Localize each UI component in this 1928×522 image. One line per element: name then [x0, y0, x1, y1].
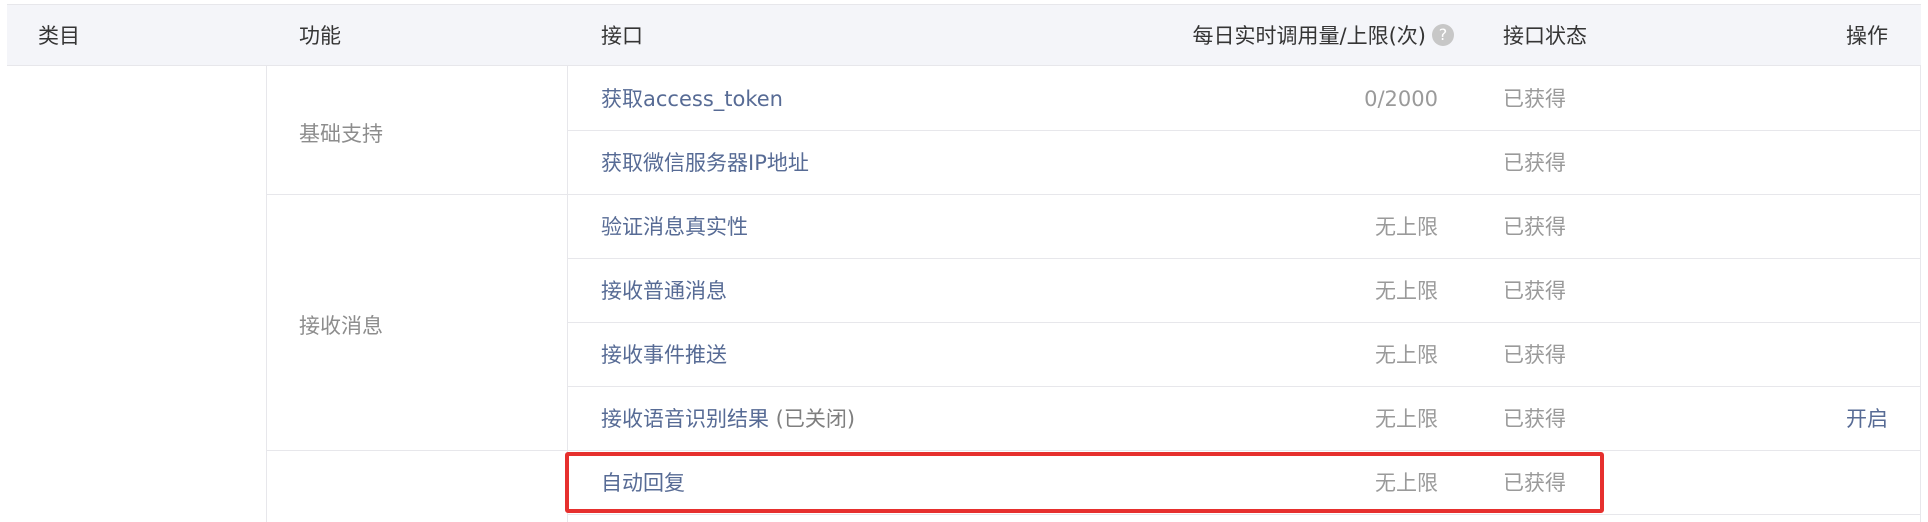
divider-right-edge [1920, 66, 1921, 522]
help-icon[interactable]: ? [1432, 24, 1454, 46]
header-quota: 每日实时调用量/上限(次)? [1193, 5, 1454, 67]
interface-label: 接收语音识别结果 [601, 407, 769, 431]
divider-group-1 [266, 194, 1921, 195]
interface-link[interactable]: 接收普通消息 [601, 259, 727, 323]
interface-link[interactable]: 接收事件推送 [601, 323, 727, 387]
quota-value: 无上限 [1375, 407, 1438, 431]
header-interface: 接口 [601, 24, 643, 48]
interface-link[interactable]: 接收语音识别结果 (已关闭) [601, 387, 855, 451]
quota-value: 无上限 [1375, 279, 1438, 303]
status-value: 已获得 [1503, 215, 1566, 239]
status-value: 已获得 [1503, 407, 1566, 431]
closed-note: (已关闭) [769, 407, 856, 431]
function-basic-support: 基础支持 [299, 122, 383, 146]
divider-category-column [266, 66, 267, 522]
api-permissions-page: 类目 功能 接口 每日实时调用量/上限(次)? 接口状态 操作 基础支持 接收消… [0, 0, 1928, 522]
header-function: 功能 [299, 24, 341, 48]
row-divider [567, 258, 1921, 259]
header-status: 接口状态 [1503, 24, 1587, 48]
header-category: 类目 [38, 24, 80, 48]
status-value: 已获得 [1503, 343, 1566, 367]
status-value: 已获得 [1503, 279, 1566, 303]
interface-link[interactable]: 验证消息真实性 [601, 195, 748, 259]
header-quota-label: 每日实时调用量/上限(次) [1192, 24, 1426, 48]
header-action: 操作 [1846, 24, 1888, 48]
quota-value: 无上限 [1375, 215, 1438, 239]
row-divider [567, 322, 1921, 323]
status-value: 已获得 [1503, 87, 1566, 111]
quota-value: 无上限 [1375, 343, 1438, 367]
row-divider [567, 514, 1921, 515]
status-value: 已获得 [1503, 151, 1566, 175]
interface-link[interactable]: 获取微信服务器IP地址 [601, 131, 809, 195]
highlight-box [565, 452, 1604, 513]
enable-button[interactable]: 开启 [1846, 387, 1888, 451]
table-header: 类目 功能 接口 每日实时调用量/上限(次)? 接口状态 操作 [7, 4, 1921, 66]
quota-value: 0/2000 [1364, 87, 1438, 111]
divider-group-2 [266, 450, 1921, 451]
function-receive-messages: 接收消息 [299, 314, 383, 338]
interface-link[interactable]: 获取access_token [601, 67, 783, 131]
